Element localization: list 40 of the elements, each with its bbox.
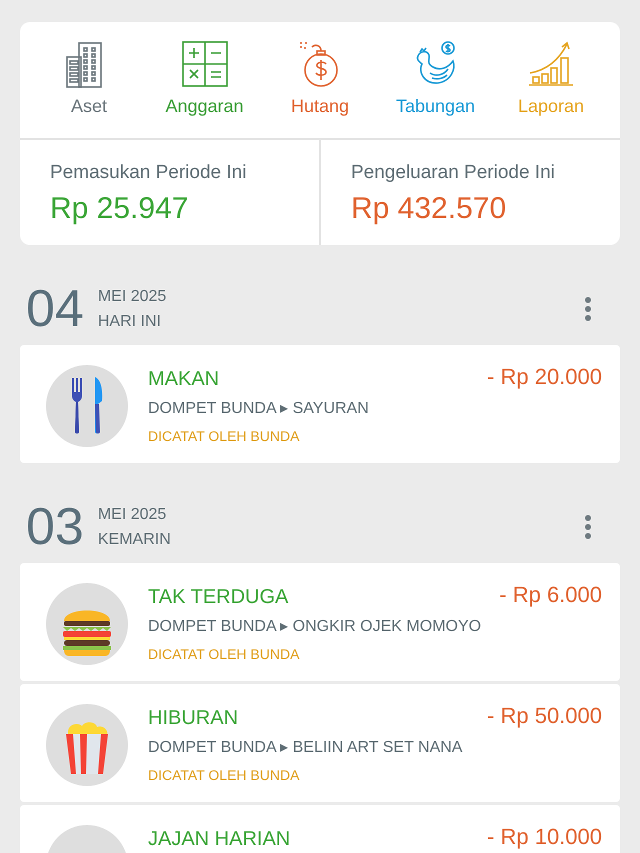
category-name: TAK TERDUGA [148,585,288,610]
growth-chart-icon [527,40,575,88]
transaction-card[interactable]: TAK TERDUGA - Rp 6.000 DOMPET BUNDA ▸ ONGKIR OJEK MOMOYO DICATAT OLEH BUNDA [20,563,620,681]
recorded-by: DICATAT OLEH BUNDA [148,428,300,444]
burger-icon [46,583,128,665]
transaction-amount: - Rp 20.000 [487,365,602,391]
popcorn-icon [46,704,128,786]
recorded-by: DICATAT OLEH BUNDA [148,646,300,662]
transaction-amount: - Rp 6.000 [499,583,602,609]
more-options-icon[interactable] [584,514,592,540]
transaction-amount: - Rp 10.000 [487,825,602,851]
summary-label: Pengeluaran Periode Ini [351,162,556,184]
summary-amount: Rp 25.947 [50,192,190,226]
account-path: DOMPET BUNDA ▸ BELIIN ART SET NANA [148,738,464,757]
transaction-card[interactable]: JAJAN HARIAN - Rp 10.000 [20,805,620,853]
category-name: MAKAN [148,367,220,392]
shortcut-button[interactable]: Tabungan [380,40,490,138]
recorded-by: DICATAT OLEH BUNDA [148,767,300,783]
month-year: MEI 2025 [98,287,168,307]
summary-amount: Rp 432.570 [351,192,508,226]
transaction-card[interactable]: MAKAN - Rp 20.000 DOMPET BUNDA ▸ SAYURAN DICATAT OLEH BUNDA [20,345,620,463]
shortcut-button[interactable]: Anggaran [150,40,260,138]
relative-day: KEMARIN [98,527,584,552]
more-options-icon[interactable] [584,296,592,322]
calculator-icon [180,40,228,88]
transaction-amount: - Rp 50.000 [487,704,602,730]
month-year: MEI 2025 [98,505,168,525]
shortcut-button[interactable]: Laporan [496,40,606,138]
summary-label: Pemasukan Periode Ini [50,162,248,184]
fork-and-knife-icon [46,365,128,447]
category-name: JAJAN HARIAN [148,827,290,852]
transaction-card[interactable]: HIBURAN - Rp 50.000 DOMPET BUNDA ▸ BELIIN ART SET NANA DICATAT OLEH BUNDA [20,684,620,802]
relative-day: HARI INI [98,309,584,334]
category-name: HIBURAN [148,706,238,731]
account-path: DOMPET BUNDA ▸ ONGKIR OJEK MOMOYO [148,617,482,636]
day-number: 04 [26,283,84,335]
day-number: 03 [26,501,84,553]
account-path: DOMPET BUNDA ▸ SAYURAN [148,399,370,418]
shortcut-button[interactable]: Aset [34,40,144,138]
shortcut-button[interactable]: Hutang [265,40,375,138]
